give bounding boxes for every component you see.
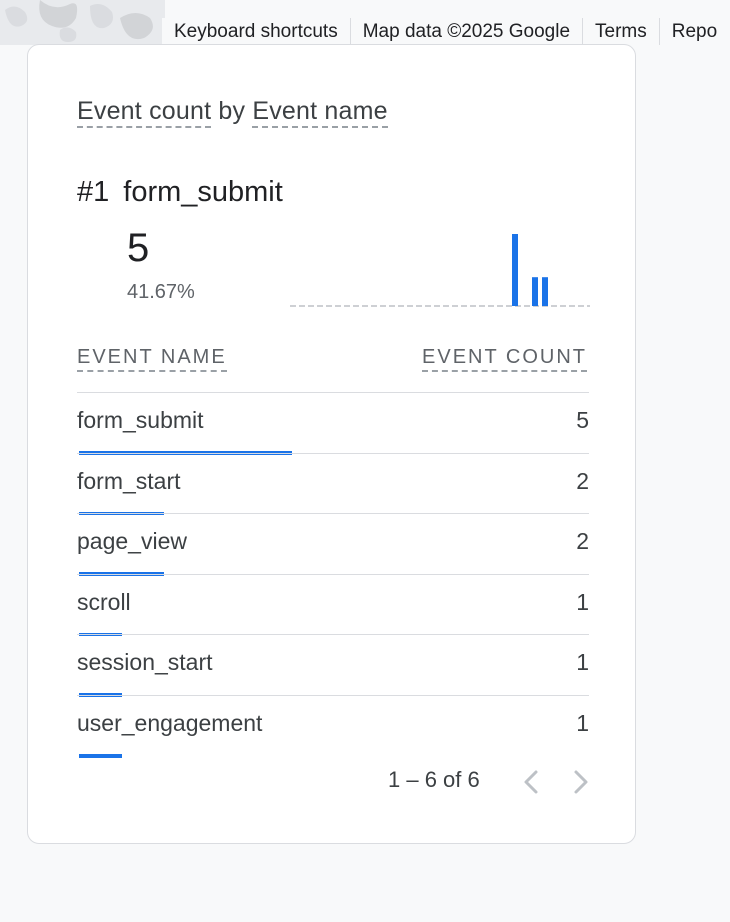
top-item-percent: 41.67% <box>127 281 195 303</box>
event-name-cell: scroll <box>77 588 131 615</box>
event-name-cell: session_start <box>77 649 213 676</box>
event-count-cell: 1 <box>576 649 589 676</box>
event-count-cell: 2 <box>576 467 589 494</box>
map-data-label: Map data ©2025 Google <box>351 18 584 45</box>
metric-selector[interactable]: Event count <box>77 97 212 128</box>
event-name-cell: form_submit <box>77 407 204 433</box>
report-link[interactable]: Repo <box>660 18 729 45</box>
card-title: Event count by Event name <box>77 97 388 128</box>
prev-page-button[interactable] <box>520 767 544 797</box>
column-header-event-count[interactable]: EVENT COUNT <box>422 346 587 372</box>
chevron-right-icon <box>574 770 588 794</box>
event-count-card: Event count by Event name #1 form_submit … <box>27 44 636 844</box>
event-count-cell: 1 <box>576 709 589 736</box>
table-row[interactable]: page_view 2 <box>77 513 589 576</box>
map-tile <box>0 0 165 45</box>
event-table: form_submit 5 form_start 2 page_view 2 scroll 1… <box>77 392 589 758</box>
event-name-cell: page_view <box>77 528 187 555</box>
sparkline-chart <box>290 234 590 307</box>
chevron-left-icon <box>524 770 538 794</box>
sparkline-bar <box>532 277 538 306</box>
event-name-cell: user_engagement <box>77 709 263 736</box>
pagination-label: 1 – 6 of 6 <box>388 767 480 792</box>
event-count-cell: 5 <box>576 407 589 433</box>
table-row[interactable]: session_start 1 <box>77 634 589 697</box>
title-by: by <box>218 97 246 125</box>
event-count-cell: 2 <box>576 528 589 555</box>
sparkline-bar <box>512 234 518 306</box>
table-row[interactable]: form_start 2 <box>77 452 589 516</box>
map-footer: Keyboard shortcuts Map data ©2025 Google… <box>0 0 730 45</box>
sparkline-bar <box>542 277 548 306</box>
top-item-name: form_submit <box>123 176 283 208</box>
column-header-event-name[interactable]: EVENT NAME <box>77 346 227 372</box>
top-item-heading: #1 form_submit <box>77 176 283 209</box>
terms-link[interactable]: Terms <box>583 18 660 45</box>
table-row[interactable]: user_engagement 1 <box>77 694 589 758</box>
dimension-selector[interactable]: Event name <box>252 97 388 128</box>
next-page-button[interactable] <box>568 767 592 797</box>
event-name-cell: form_start <box>77 467 181 494</box>
event-count-cell: 1 <box>576 588 589 615</box>
top-rank: #1 <box>77 176 110 208</box>
keyboard-shortcuts-link[interactable]: Keyboard shortcuts <box>162 18 351 45</box>
table-row[interactable]: scroll 1 <box>77 573 589 637</box>
share-bar <box>79 754 122 758</box>
table-row[interactable]: form_submit 5 <box>77 392 589 455</box>
top-item-value: 5 <box>127 226 150 270</box>
